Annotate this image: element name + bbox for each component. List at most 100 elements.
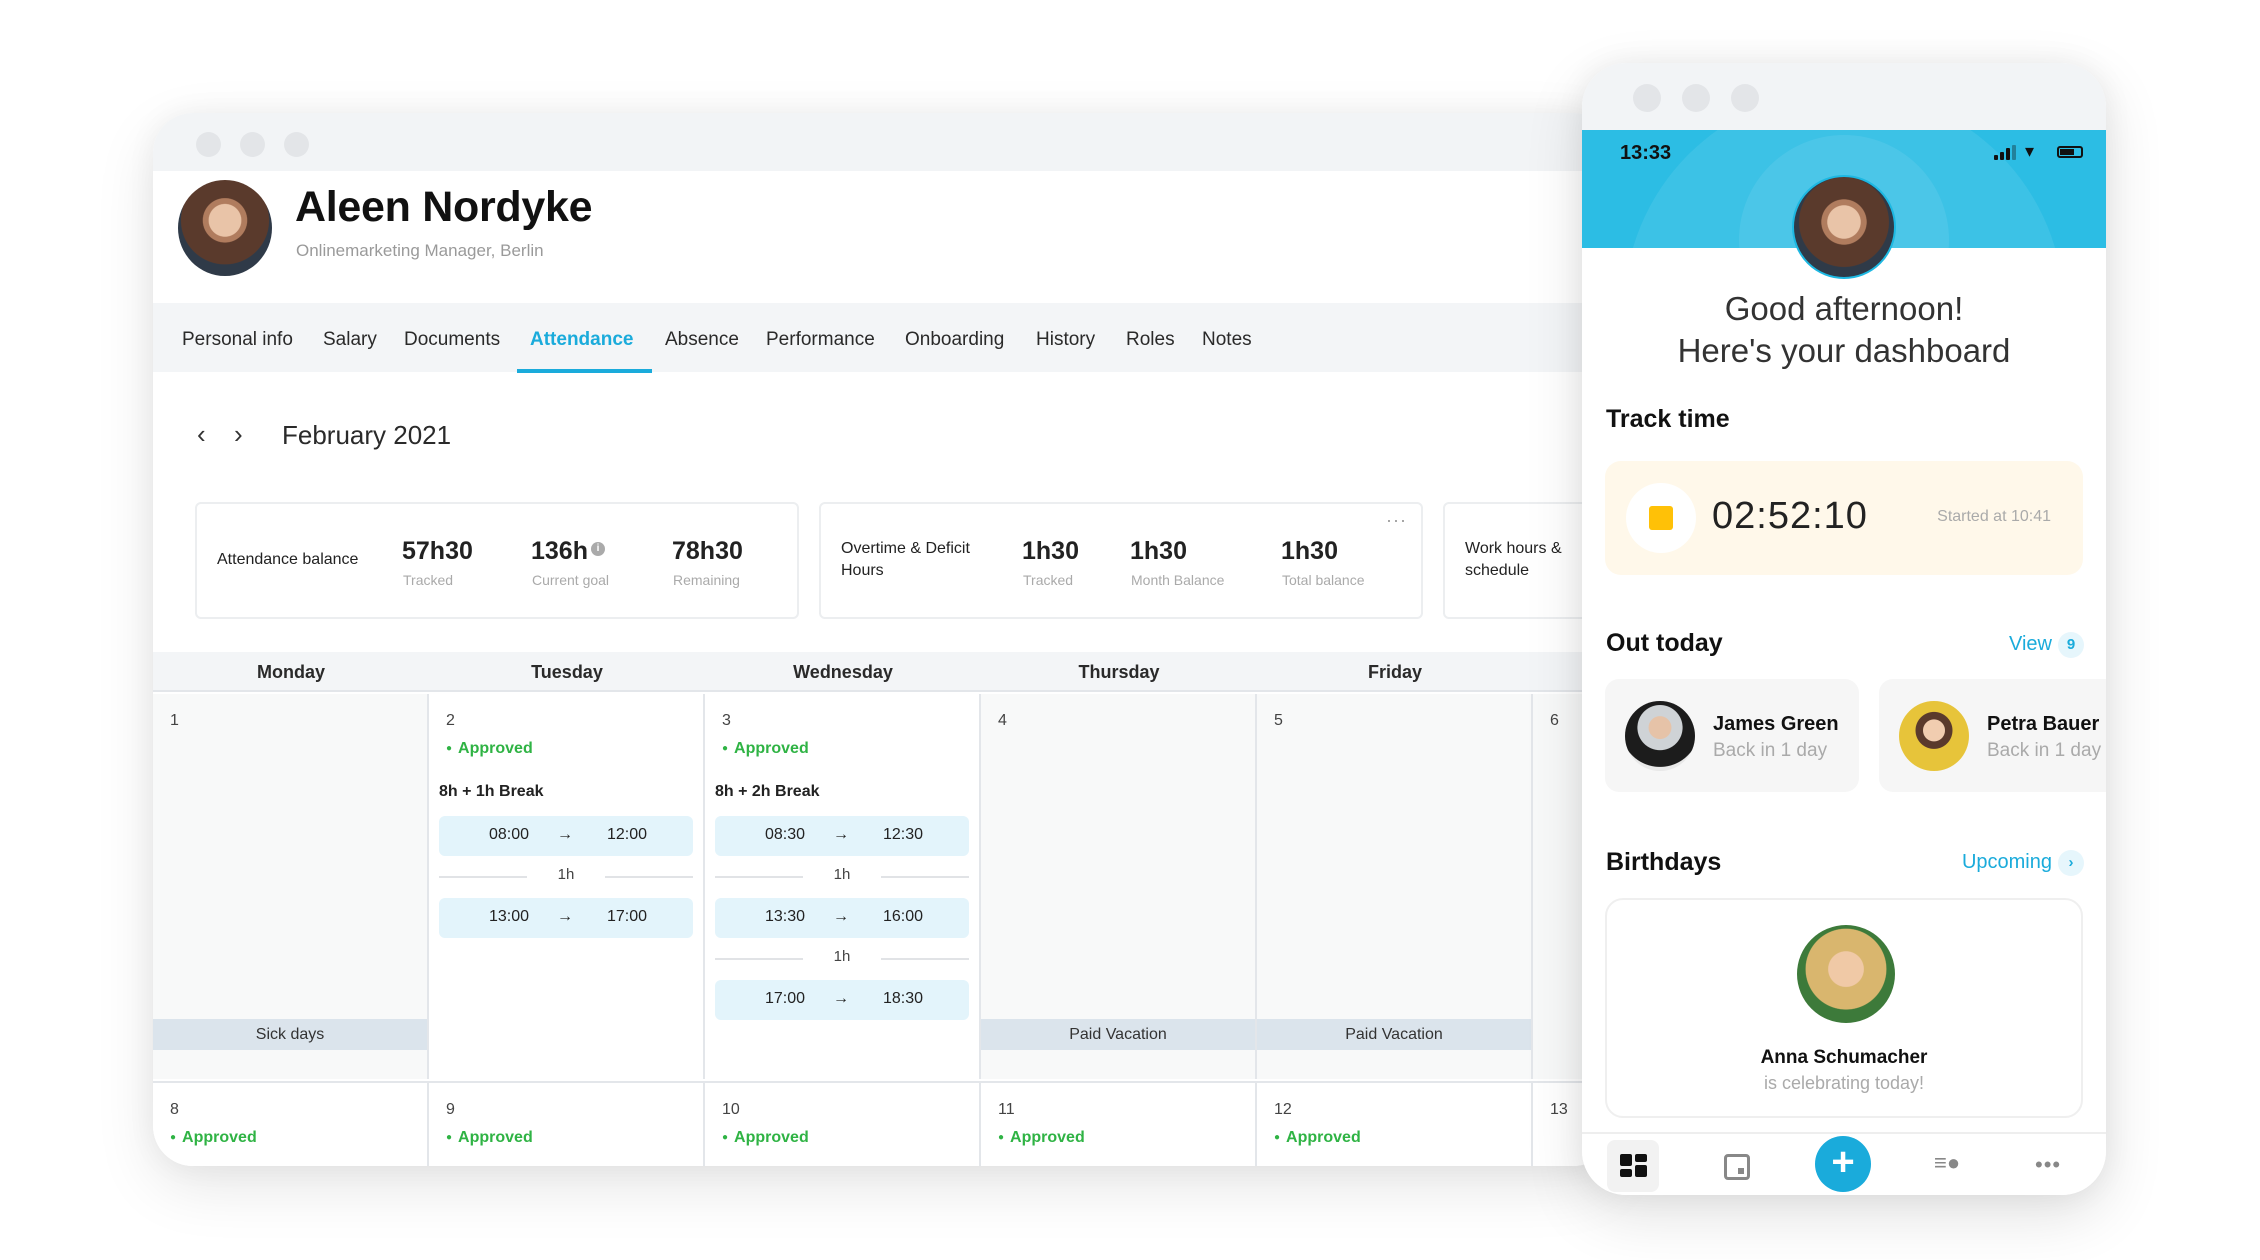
status-badge: Approved xyxy=(998,1129,1085,1147)
window-dot xyxy=(1731,84,1759,112)
tab-personal-info[interactable]: Personal info xyxy=(182,329,293,351)
slot-end: 17:00 xyxy=(607,908,648,925)
absence-bar: Paid Vacation xyxy=(981,1019,1255,1050)
person-status: Back in 1 day xyxy=(1713,740,1828,761)
absence-bar: Sick days xyxy=(153,1019,427,1050)
section-title: Out today xyxy=(1606,629,1723,657)
person-status: Back in 1 day xyxy=(1987,740,2102,761)
break-divider: 1h xyxy=(715,948,969,968)
day-number: 3 xyxy=(722,712,731,729)
out-today-card[interactable]: Petra Bauer Back in 1 day xyxy=(1879,679,2106,792)
tab-notes[interactable]: Notes xyxy=(1202,329,1252,351)
calendar-tab[interactable] xyxy=(1711,1140,1763,1192)
birthday-card[interactable]: Anna Schumacher is celebrating today! xyxy=(1605,898,2083,1118)
arrow-right-icon: → xyxy=(833,826,849,843)
avatar[interactable] xyxy=(1792,175,1896,279)
chevron-right-icon[interactable]: › xyxy=(234,419,243,450)
avatar xyxy=(1625,701,1695,771)
time-slot[interactable]: 08:00 → 12:00 xyxy=(439,816,693,856)
tab-roles[interactable]: Roles xyxy=(1126,329,1175,351)
arrow-right-icon: → xyxy=(833,908,849,925)
calendar-day-cell[interactable]: 2 Approved 8h + 1h Break 08:00 → 12:00 1… xyxy=(429,694,705,1079)
time-tracker: 02:52:10 Started at 10:41 xyxy=(1605,461,2083,575)
attendance-balance-card: Attendance balance 57h30 Tracked 136h i C… xyxy=(195,502,799,619)
upcoming-birthdays-link[interactable]: Upcoming › xyxy=(1962,850,2084,876)
mobile-window: 13:33 ▾ Good afternoon! Here's your dash… xyxy=(1582,63,2106,1195)
stat-value: 136h i xyxy=(531,537,605,566)
stat-value-text: 136h xyxy=(531,537,588,565)
stop-icon[interactable] xyxy=(1626,483,1696,553)
person-name: Petra Bauer xyxy=(1987,713,2100,735)
calendar-day-cell[interactable]: 10 Approved xyxy=(705,1081,981,1166)
day-number: 13 xyxy=(1550,1101,1568,1118)
tab-attendance[interactable]: Attendance xyxy=(530,329,633,351)
window-titlebar xyxy=(1582,63,2106,130)
tab-absence[interactable]: Absence xyxy=(665,329,739,351)
birthday-note: is celebrating today! xyxy=(1763,1073,1925,1093)
person-name: Anna Schumacher xyxy=(1760,1047,1928,1068)
stat-label: Tracked xyxy=(403,572,454,588)
calendar-day-cell[interactable]: 8 Approved xyxy=(153,1081,429,1166)
chevron-left-icon[interactable]: ‹ xyxy=(197,419,206,450)
people-tab[interactable]: ≡● xyxy=(1922,1140,1974,1192)
calendar-day-cell[interactable]: 1 Sick days xyxy=(153,694,429,1079)
stat-label: Remaining xyxy=(673,572,740,588)
window-titlebar xyxy=(153,113,1613,171)
out-today-card[interactable]: James Green Back in 1 day xyxy=(1605,679,1859,792)
calendar-day-cell[interactable]: 12 Approved xyxy=(1257,1081,1533,1166)
link-label: Upcoming xyxy=(1961,851,2052,873)
calendar-day-cell[interactable]: 4 Paid Vacation xyxy=(981,694,1257,1079)
card-title: Overtime & Deficit Hours xyxy=(841,540,970,579)
view-out-today-link[interactable]: View 9 xyxy=(2009,632,2084,658)
month-navigation: ‹ › February 2021 xyxy=(153,413,1613,463)
more-options-icon[interactable]: ··· xyxy=(1386,510,1407,531)
calendar-icon xyxy=(1724,1154,1750,1180)
day-number: 10 xyxy=(722,1101,740,1118)
profile-tabs: Personal info Salary Documents Attendanc… xyxy=(153,303,1613,373)
stat-value: 1h30 xyxy=(1281,537,1338,565)
status-bar-time: 13:33 xyxy=(1620,142,1672,164)
break-divider: 1h xyxy=(715,866,969,886)
avatar xyxy=(1797,925,1895,1023)
day-number: 11 xyxy=(998,1101,1015,1118)
bottom-tab-bar: + ≡● ••• xyxy=(1582,1132,2106,1195)
slot-start: 17:00 xyxy=(765,990,806,1007)
card-title: Attendance balance xyxy=(217,551,359,568)
slot-end: 16:00 xyxy=(883,908,924,925)
dashboard-icon[interactable] xyxy=(1607,1140,1659,1192)
work-summary: 8h + 2h Break xyxy=(715,783,820,800)
calendar-day-cell[interactable]: 11 Approved xyxy=(981,1081,1257,1166)
tab-onboarding[interactable]: Onboarding xyxy=(905,329,1004,351)
calendar-day-cell[interactable]: 9 Approved xyxy=(429,1081,705,1166)
status-badge: Approved xyxy=(1274,1129,1361,1147)
battery-icon xyxy=(2057,146,2083,158)
tab-performance[interactable]: Performance xyxy=(766,329,875,351)
tab-documents[interactable]: Documents xyxy=(404,329,500,351)
status-badge: Approved xyxy=(722,1129,809,1147)
employee-role: Onlinemarketing Manager, Berlin xyxy=(296,241,544,260)
section-title: Birthdays xyxy=(1606,848,1722,876)
slot-end: 12:30 xyxy=(883,826,924,843)
wifi-icon: ▾ xyxy=(2025,141,2035,161)
timer-started-at: Started at 10:41 xyxy=(1937,508,2051,525)
window-dot xyxy=(1633,84,1661,112)
time-slot[interactable]: 13:00 → 17:00 xyxy=(439,898,693,938)
more-tab[interactable]: ••• xyxy=(2027,1140,2079,1192)
tab-history[interactable]: History xyxy=(1036,329,1095,351)
time-slot[interactable]: 17:00 → 18:30 xyxy=(715,980,969,1020)
calendar-day-cell[interactable]: 3 Approved 8h + 2h Break 08:30 → 12:30 1… xyxy=(705,694,981,1079)
day-number: 1 xyxy=(170,712,179,729)
add-button[interactable]: + xyxy=(1815,1136,1871,1192)
window-dot xyxy=(1682,84,1710,112)
calendar-day-cell[interactable]: 5 Paid Vacation xyxy=(1257,694,1533,1079)
arrow-right-icon: → xyxy=(557,826,573,843)
tab-salary[interactable]: Salary xyxy=(323,329,377,351)
stat-label: Month Balance xyxy=(1131,572,1225,588)
profile-header: Aleen Nordyke Onlinemarketing Manager, B… xyxy=(153,171,1613,303)
time-slot[interactable]: 08:30 → 12:30 xyxy=(715,816,969,856)
info-icon[interactable]: i xyxy=(590,542,605,556)
stat-value: 78h30 xyxy=(672,537,743,565)
count-badge: 9 xyxy=(2058,632,2084,658)
employee-name: Aleen Nordyke xyxy=(295,183,593,231)
time-slot[interactable]: 13:30 → 16:00 xyxy=(715,898,969,938)
